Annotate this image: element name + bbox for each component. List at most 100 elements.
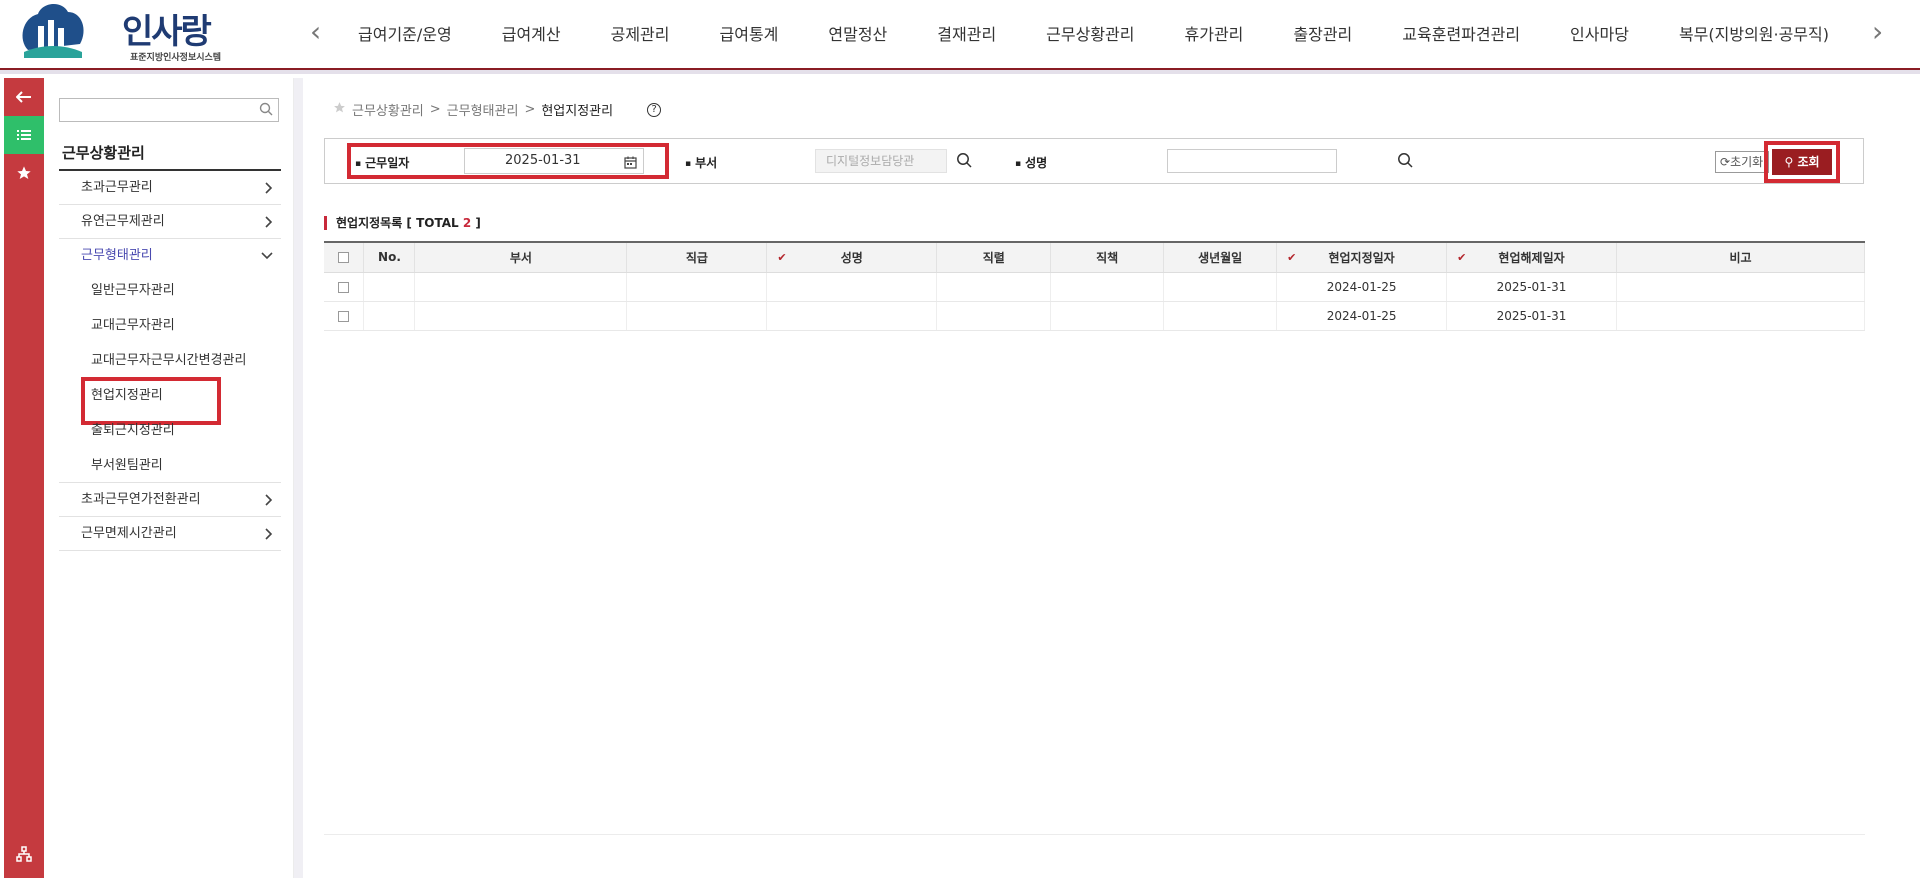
- menu-list-icon[interactable]: [4, 116, 44, 154]
- star-icon[interactable]: [333, 101, 346, 118]
- dept-input[interactable]: 디지털정보담당관: [815, 149, 947, 173]
- dept-search-icon[interactable]: [956, 152, 972, 172]
- cell-dept: [414, 301, 628, 331]
- cell-end-date[interactable]: 2025-01-31: [1446, 272, 1617, 302]
- sidebar-item-overtime[interactable]: 초과근무관리: [59, 171, 281, 205]
- breadcrumb-item[interactable]: 근무형태관리: [447, 100, 519, 119]
- chevron-right-icon: [265, 171, 273, 205]
- sidebar-subitem-dept-team[interactable]: 부서원팀관리: [59, 448, 281, 483]
- sidebar-item-work-type[interactable]: 근무형태관리: [59, 239, 281, 273]
- help-icon[interactable]: ?: [647, 102, 662, 117]
- cell-note[interactable]: [1616, 272, 1865, 302]
- cell-name: [766, 272, 938, 302]
- sidebar-search-input[interactable]: [59, 98, 279, 122]
- cell-start-date[interactable]: 2024-01-25: [1276, 272, 1448, 302]
- sidebar-item-label: 유연근무제관리: [81, 214, 165, 229]
- top-nav: 급여기준/운영 급여계산 공제관리 급여통계 연말정산 결재관리 근무상황관리 …: [338, 0, 1866, 66]
- sidebar-subitem-shift-worker[interactable]: 교대근무자관리: [59, 308, 281, 343]
- reset-button[interactable]: ⟳초기화: [1715, 151, 1769, 173]
- nav-item-leave[interactable]: 휴가관리: [1160, 21, 1269, 45]
- name-search-icon[interactable]: [1397, 152, 1413, 172]
- list-total-count: 2: [462, 216, 472, 230]
- nav-next-icon[interactable]: ›: [1872, 18, 1883, 46]
- sidebar-subitem-commute-designation[interactable]: 출퇴근지정관리: [59, 413, 281, 448]
- row-checkbox[interactable]: [338, 281, 350, 293]
- cell-start-date[interactable]: 2024-01-25: [1276, 301, 1448, 331]
- sidebar-item-flexible-work[interactable]: 유연근무제관리: [59, 205, 281, 239]
- sidebar-subitem-regular-worker[interactable]: 일반근무자관리: [59, 273, 281, 308]
- row-checkbox[interactable]: [338, 310, 350, 322]
- nav-item-hr-square[interactable]: 인사마당: [1545, 21, 1654, 45]
- designation-table: No. 부서 직급 ✔ 성명 직렬 직책 생년월일 ✔ 현업지정일자 ✔ 현업해제일자…: [324, 241, 1865, 331]
- required-check-icon: ✔: [777, 251, 787, 264]
- dept-value: 디지털정보담당관: [826, 154, 915, 168]
- nav-prev-icon[interactable]: ‹: [310, 18, 321, 46]
- nav-item-pay-stats[interactable]: 급여통계: [695, 21, 804, 45]
- sidebar-item-overtime-leave-conversion[interactable]: 초과근무연가전환관리: [59, 483, 281, 517]
- cell-series: [936, 272, 1052, 302]
- cell-birth: [1163, 272, 1278, 302]
- col-header-rank[interactable]: 직급: [626, 241, 768, 273]
- work-date-value: 2025-01-31: [505, 153, 581, 168]
- chevron-right-icon: [265, 205, 273, 239]
- sidebar-subitem-shift-time-change[interactable]: 교대근무자근무시간변경관리: [59, 343, 281, 378]
- top-header: 인사랑 표준지방인사정보시스템 ‹ 급여기준/운영 급여계산 공제관리 급여통계…: [0, 0, 1920, 74]
- calendar-icon[interactable]: [624, 154, 637, 178]
- col-header-birth[interactable]: 생년월일: [1163, 241, 1278, 273]
- logo-emblem-icon: [22, 3, 84, 58]
- quick-bar: [4, 78, 44, 878]
- select-all-header: [324, 241, 365, 273]
- nav-item-pay-calc[interactable]: 급여계산: [477, 21, 586, 45]
- nav-item-work-status[interactable]: 근무상황관리: [1021, 21, 1159, 45]
- col-header-duty[interactable]: 직책: [1050, 241, 1165, 273]
- cell-note[interactable]: [1616, 301, 1865, 331]
- cell-birth: [1163, 301, 1278, 331]
- col-header-dept[interactable]: 부서: [414, 241, 628, 273]
- cell-name: [766, 301, 938, 331]
- search-icon[interactable]: [259, 102, 273, 120]
- nav-item-deduction[interactable]: 공제관리: [586, 21, 695, 45]
- table-row[interactable]: 2024-01-25 2025-01-31: [324, 272, 1865, 302]
- cell-end-date[interactable]: 2025-01-31: [1446, 301, 1617, 331]
- col-header-series[interactable]: 직렬: [936, 241, 1052, 273]
- logo[interactable]: 인사랑 표준지방인사정보시스템: [18, 0, 222, 66]
- nav-item-pay-standard[interactable]: 급여기준/운영: [338, 21, 477, 45]
- row-select-cell: [324, 272, 365, 302]
- back-arrow-icon[interactable]: [4, 78, 44, 116]
- cell-series: [936, 301, 1052, 331]
- list-title-prefix: 현업지정목록 [ TOTAL: [336, 216, 463, 230]
- row-select-cell: [324, 301, 365, 331]
- select-all-checkbox[interactable]: [338, 252, 350, 264]
- col-header-label: 현업해제일자: [1498, 250, 1565, 265]
- nav-item-year-end[interactable]: 연말정산: [803, 21, 912, 45]
- sidebar-item-exemption-time[interactable]: 근무면제시간관리: [59, 517, 281, 551]
- nav-item-training[interactable]: 교육훈련파견관리: [1377, 21, 1545, 45]
- sidebar-item-label: 근무면제시간관리: [81, 526, 177, 541]
- work-date-label: 근무일자: [355, 154, 409, 171]
- cell-dept: [414, 272, 628, 302]
- col-header-name[interactable]: ✔ 성명: [766, 241, 938, 273]
- nav-item-business-trip[interactable]: 출장관리: [1268, 21, 1377, 45]
- cell-duty: [1050, 272, 1165, 302]
- sitemap-icon[interactable]: [4, 846, 44, 862]
- sidebar-menu: 초과근무관리 유연근무제관리 근무형태관리 일반근무자관리 교대근무자관리 교대…: [59, 171, 281, 551]
- logo-subtitle: 표준지방인사정보시스템: [130, 53, 222, 63]
- list-title-suffix: ]: [471, 216, 481, 230]
- col-header-label: 현업지정일자: [1328, 250, 1395, 265]
- table-row[interactable]: 2024-01-25 2025-01-31: [324, 301, 1865, 331]
- col-header-end-date[interactable]: ✔ 현업해제일자: [1446, 241, 1617, 273]
- cell-rank: [626, 301, 768, 331]
- list-title: 현업지정목록 [ TOTAL 2 ]: [324, 216, 481, 230]
- work-date-input[interactable]: 2025-01-31: [464, 148, 644, 174]
- nav-item-duty[interactable]: 복무(지방의원·공무직): [1654, 21, 1854, 45]
- name-input[interactable]: [1167, 149, 1337, 173]
- breadcrumb-item[interactable]: 근무상황관리: [352, 100, 424, 119]
- sidebar-subitem-field-designation[interactable]: 현업지정관리: [59, 377, 281, 425]
- favorite-star-icon[interactable]: [4, 154, 44, 192]
- query-button[interactable]: ⚲ 조회: [1772, 149, 1832, 175]
- col-header-no[interactable]: No.: [363, 241, 416, 273]
- col-header-start-date[interactable]: ✔ 현업지정일자: [1276, 241, 1448, 273]
- col-header-note[interactable]: 비고: [1616, 241, 1865, 273]
- nav-item-approval[interactable]: 결재관리: [912, 21, 1021, 45]
- refresh-icon: ⟳: [1720, 155, 1731, 169]
